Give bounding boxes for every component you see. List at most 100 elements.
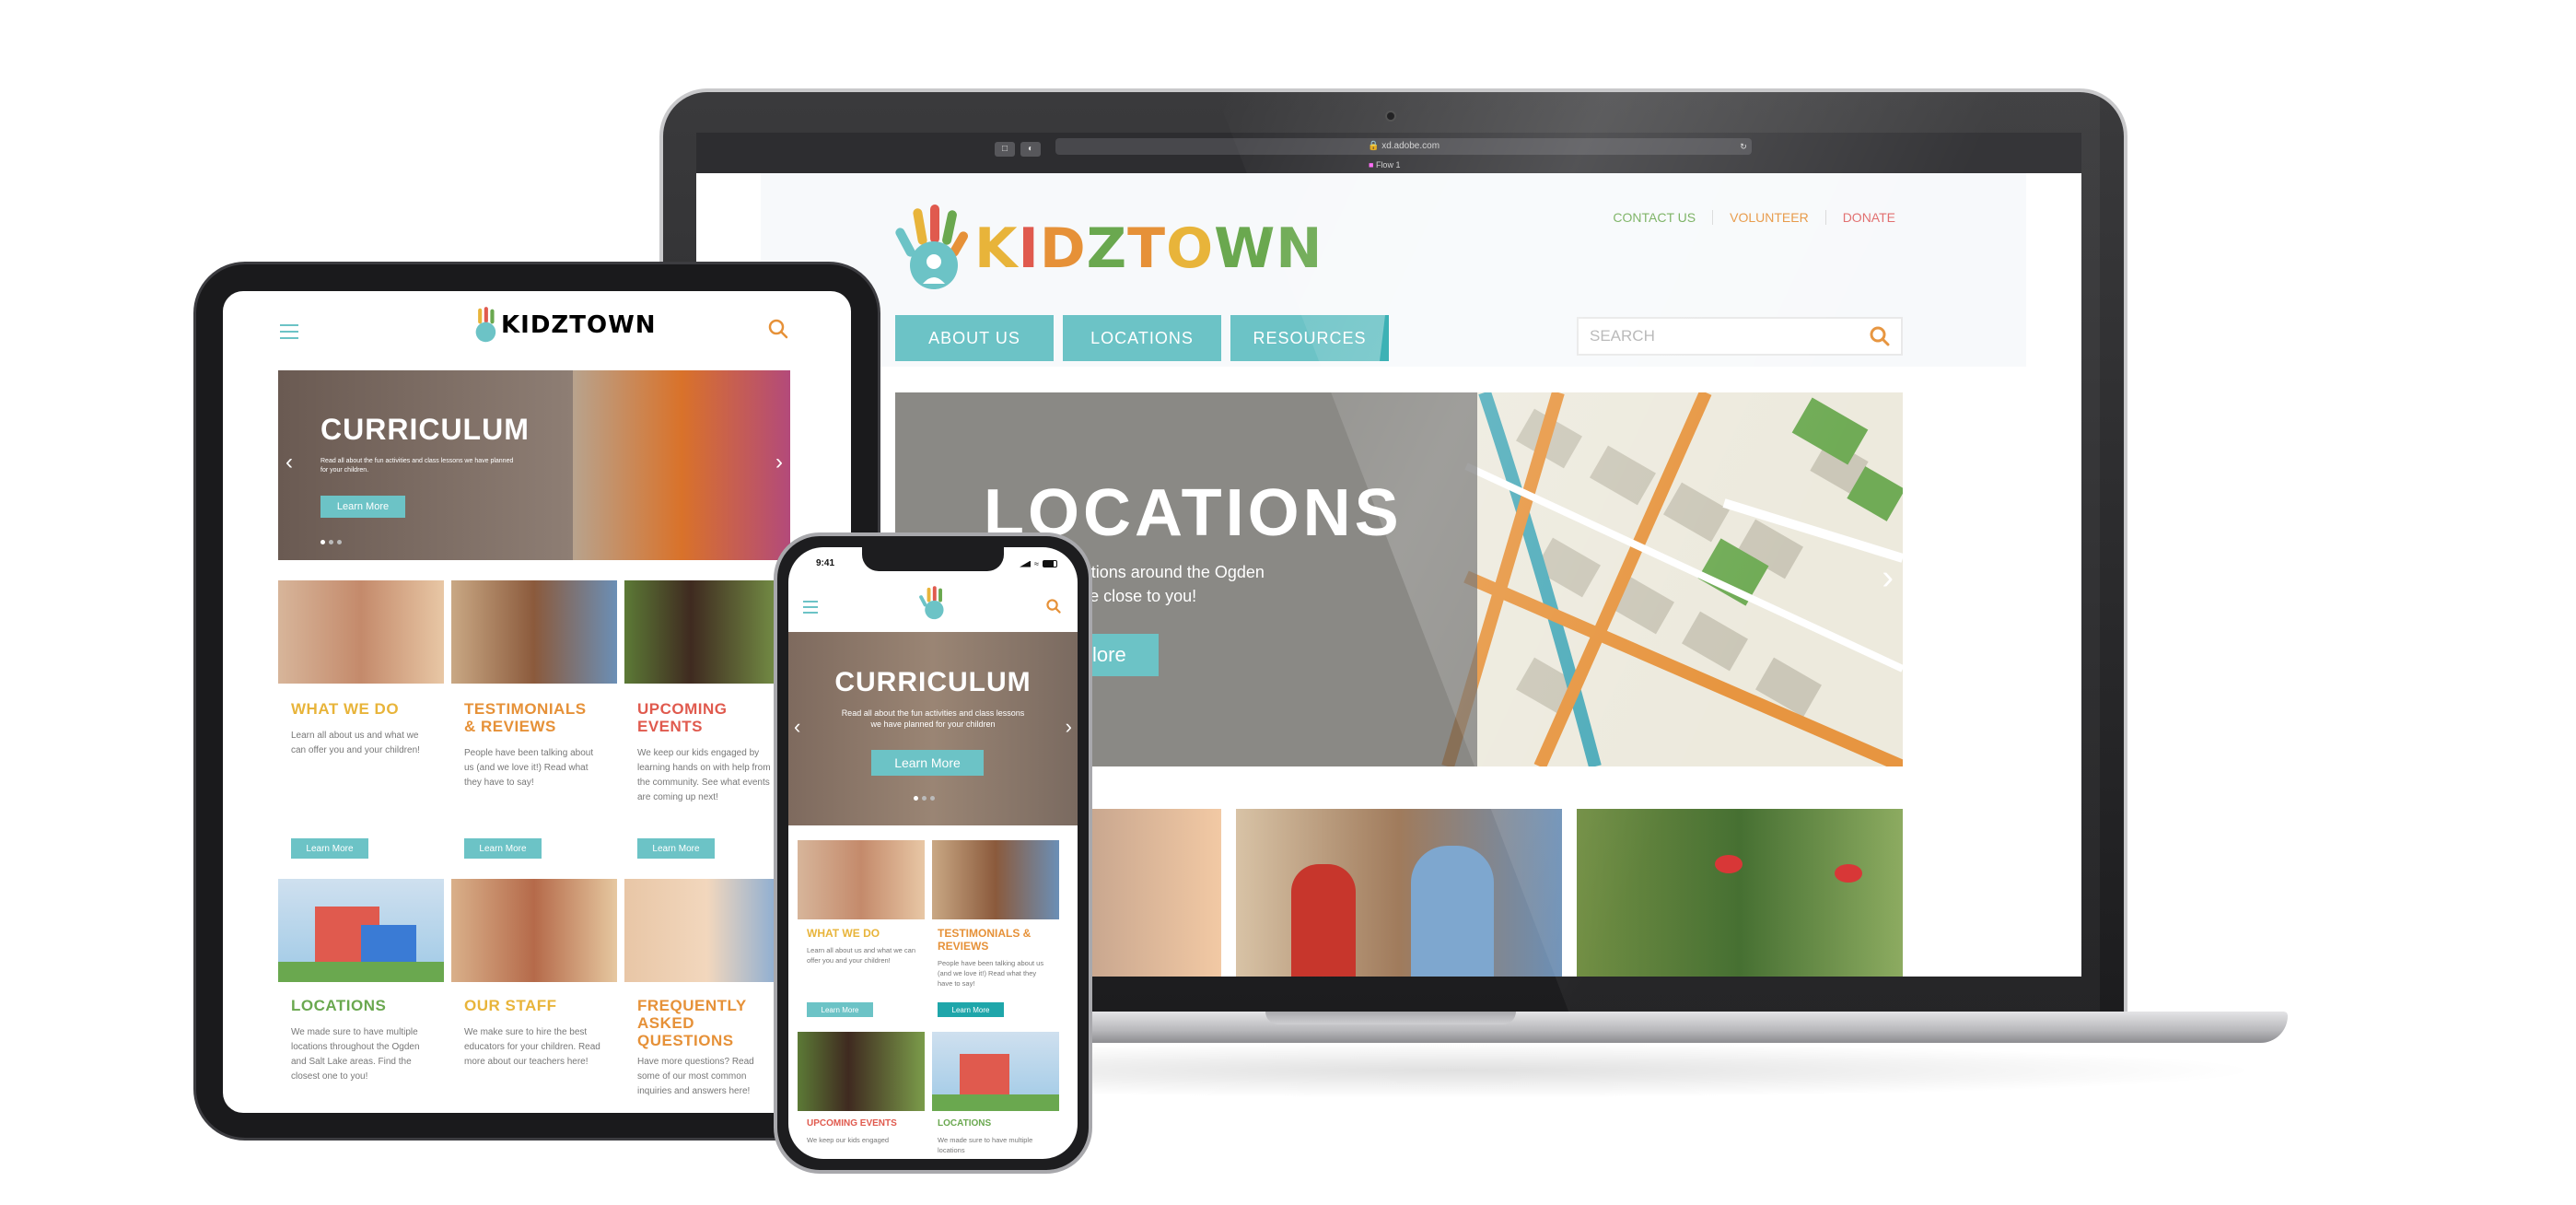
tablet-hero-carousel: CURRICULUM Read all about the fun activi…: [278, 370, 790, 560]
tablet-hero-learn-more-button[interactable]: Learn More: [321, 496, 405, 518]
phone-card-title: UPCOMING EVENTS: [807, 1118, 897, 1129]
tablet-card-learn-more-button[interactable]: Learn More: [291, 838, 368, 859]
logo-text: KIDZTOWN: [974, 216, 1323, 281]
tablet-card-title: TESTIMONIALS & REVIEWS: [464, 700, 587, 735]
phone-hero-text-line-2: we have planned for your children: [870, 719, 996, 729]
tablet-card-learn-more-button[interactable]: Learn More: [464, 838, 542, 859]
carousel-dots: [321, 540, 342, 544]
browser-tab-title: Flow 1: [1375, 160, 1401, 170]
tablet-card-text: We made sure to have multiple locations …: [291, 1027, 420, 1082]
phone-card-events: UPCOMING EVENTS We keep our kids engaged: [807, 1118, 908, 1145]
photo-slide: [361, 925, 416, 962]
phone-photo-testimonials: [932, 840, 1059, 919]
photo-red-cap-2: [1835, 864, 1862, 883]
url-bar[interactable]: 🔒 xd.adobe.com: [1055, 138, 1752, 155]
tablet-hero-title: CURRICULUM: [321, 413, 530, 446]
sidebar-toggle-icon[interactable]: □: [995, 142, 1015, 157]
battery-icon: [1043, 560, 1057, 567]
phone-hero-carousel: CURRICULUM Read all about the fun activi…: [788, 632, 1078, 825]
tablet-card-title: UPCOMING EVENTS: [637, 700, 728, 735]
phone-photo-events: [798, 1032, 925, 1111]
chevron-right-icon[interactable]: ›: [775, 450, 783, 475]
chevron-left-icon[interactable]: ‹: [794, 715, 800, 739]
tablet-hero-text: Read all about the fun activities and cl…: [321, 458, 514, 474]
tablet-photo-events: [624, 580, 790, 684]
phone-notch: [862, 547, 1004, 571]
tablet-card-locations: LOCATIONS We made sure to have multiple …: [291, 997, 457, 1084]
nav-resources-label: RESOURCES: [1253, 328, 1367, 347]
tablet-card-text: We keep our kids engaged by learning han…: [637, 748, 771, 802]
phone-card-title: TESTIMONIALS & REVIEWS: [938, 927, 1032, 953]
contact-us-link[interactable]: CONTACT US: [1596, 210, 1712, 225]
chevron-right-icon[interactable]: ›: [1882, 558, 1894, 598]
hand-logo-icon: [895, 205, 968, 289]
phone-card-text: We made sure to have multiple locations: [938, 1136, 1033, 1154]
search-icon[interactable]: [768, 319, 788, 339]
phone-card-text: We keep our kids engaged: [807, 1136, 890, 1144]
search-icon[interactable]: [1870, 326, 1890, 346]
phone-card-locations: LOCATIONS We made sure to have multiple …: [938, 1118, 1052, 1155]
tablet-card-title: WHAT WE DO: [291, 700, 400, 718]
tablet-card-text: Have more questions? Read some of our mo…: [637, 1057, 754, 1096]
phone-card-learn-more-button[interactable]: Learn More: [807, 1002, 873, 1017]
phone-screen: 9:41 ≈ CURRICULUM Read all about the fun…: [788, 547, 1078, 1159]
phone-card-learn-more-button[interactable]: Learn More: [938, 1002, 1004, 1017]
lock-icon: 🔒: [1367, 141, 1382, 151]
phone-card-title: WHAT WE DO: [807, 927, 880, 940]
tablet-logo[interactable]: KIDZTOWN: [470, 306, 657, 345]
hand-logo-icon[interactable]: [919, 586, 949, 621]
phone-card-testimonials: TESTIMONIALS & REVIEWS People have been …: [938, 927, 1052, 989]
tablet-card-text: We make sure to hire the best educators …: [464, 1027, 600, 1067]
tablet-card-title: OUR STAFF: [464, 997, 557, 1014]
phone-card-text: Learn all about us and what we can offer…: [807, 946, 915, 965]
privacy-icon[interactable]: ◐: [1020, 142, 1041, 157]
menu-icon[interactable]: [803, 601, 818, 614]
tablet-card-what-we-do: WHAT WE DO Learn all about us and what w…: [291, 700, 457, 758]
tablet-hero-photo: [573, 370, 790, 560]
search-field[interactable]: SEARCH: [1577, 317, 1903, 356]
menu-icon[interactable]: [280, 324, 298, 339]
phone-photo-locations: [932, 1032, 1059, 1111]
nav-about-us[interactable]: ABOUT US: [895, 315, 1054, 361]
hero-learn-more-button[interactable]: lore: [1089, 634, 1159, 676]
reload-icon[interactable]: ↻: [1737, 141, 1750, 152]
phone-card-title: LOCATIONS: [938, 1118, 992, 1129]
tablet-screen: KIDZTOWN CURRICULUM Read all about the f…: [223, 291, 851, 1113]
photo-red-cap: [1715, 855, 1743, 873]
tablet-card-staff: OUR STAFF We make sure to hire the best …: [464, 997, 630, 1070]
laptop-opening-notch: [1265, 1012, 1516, 1024]
search-icon[interactable]: [1046, 599, 1061, 614]
donate-link[interactable]: DONATE: [1824, 210, 1912, 225]
photo-child-red: [1291, 864, 1356, 977]
url-text: xd.adobe.com: [1381, 141, 1440, 151]
photo-upcoming-events: [1577, 809, 1903, 977]
status-icons: ≈: [1020, 559, 1057, 568]
xd-tab-icon: ■: [1369, 160, 1376, 170]
volunteer-link[interactable]: VOLUNTEER: [1712, 210, 1825, 225]
photo-testimonials: [1236, 809, 1562, 977]
phone-hero-title: CURRICULUM: [834, 667, 1032, 697]
site-logo[interactable]: KIDZTOWN: [895, 205, 1323, 293]
tablet-photo-what-we-do: [278, 580, 444, 684]
tablet-photo-faq: [624, 879, 790, 982]
search-input[interactable]: SEARCH: [1590, 327, 1655, 345]
nav-resources[interactable]: RESOURCES: [1230, 315, 1389, 361]
device-mockup-stage: □ ◐ 🔒 xd.adobe.com ↻ ■ Flow 1 KIDZTOWN C…: [0, 0, 2576, 1205]
browser-tab[interactable]: ■ Flow 1: [1369, 158, 1424, 171]
phone-hero-text-line-1: Read all about the fun activities and cl…: [841, 708, 1025, 718]
photo-grass: [932, 1094, 1059, 1111]
top-links: CONTACT US VOLUNTEER DONATE: [1596, 210, 1912, 225]
photo-playground: [960, 1054, 1009, 1094]
wifi-icon: ≈: [1034, 559, 1039, 568]
tablet-photo-testimonials: [451, 580, 617, 684]
phone-card-what-we-do: WHAT WE DO Learn all about us and what w…: [807, 927, 917, 965]
nav-locations[interactable]: LOCATIONS: [1063, 315, 1221, 361]
photo-child-blue: [1411, 846, 1494, 977]
tablet-card-text: Learn all about us and what we can offer…: [291, 731, 420, 755]
phone-hero-learn-more-button[interactable]: Learn More: [871, 750, 984, 776]
tablet-card-learn-more-button[interactable]: Learn More: [637, 838, 715, 859]
tablet-card-title: LOCATIONS: [291, 997, 387, 1014]
chevron-right-icon[interactable]: ›: [1066, 715, 1072, 739]
camera-icon: [1385, 111, 1396, 122]
chevron-left-icon[interactable]: ‹: [286, 450, 293, 475]
